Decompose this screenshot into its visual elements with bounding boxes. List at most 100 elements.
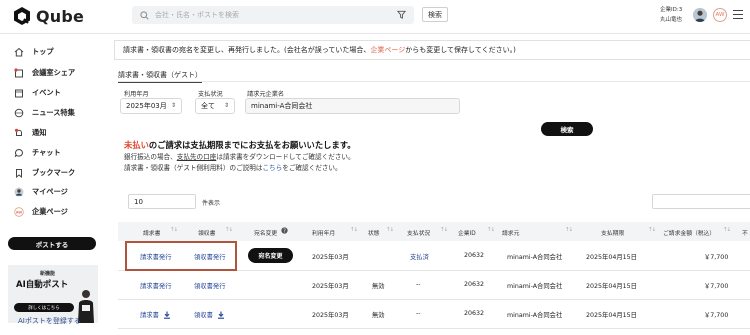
sidebar-item-chat[interactable]: チャット: [14, 147, 61, 159]
brand-name: Qube: [36, 6, 85, 26]
invoice-label: 請求書: [140, 312, 159, 319]
sidebar-item-mypage[interactable]: マイページ: [14, 186, 68, 198]
month-select[interactable]: 2025年03月 ⇕: [120, 98, 182, 114]
bookmark-icon: [14, 168, 24, 178]
sidebar-item-label: マイページ: [32, 187, 68, 196]
cell-issuer: minami-A合同会社: [507, 254, 563, 261]
avatar[interactable]: [693, 8, 707, 22]
cell-due-date: 2025年04月15日: [586, 254, 637, 261]
col-state[interactable]: 状態: [368, 228, 380, 237]
sidebar-item-news[interactable]: ニュース特集: [14, 107, 75, 119]
sidebar-item-event[interactable]: イベント: [14, 87, 61, 99]
per-page-input[interactable]: 10: [128, 194, 196, 209]
post-button[interactable]: ポストする: [8, 237, 96, 250]
user-icon: [14, 187, 24, 197]
sort-icon[interactable]: ↑↓: [386, 227, 394, 233]
sort-icon[interactable]: ↑↓: [170, 227, 178, 233]
sidebar-item-label: チャット: [32, 148, 61, 157]
receipt-label: 領収書: [194, 312, 213, 319]
sort-icon[interactable]: ↑↓: [350, 227, 358, 233]
qube-logo-icon: [14, 7, 30, 25]
sidebar-item-label: 会議室シェア: [32, 68, 76, 77]
status-filter-label: 支払状況: [198, 91, 223, 98]
chat-icon: [14, 148, 24, 158]
user-photo-icon: [693, 8, 707, 22]
table-header: 請求書 ↑↓ 領収書 ↑↓ 宛名変更 ? 利用年月 ↑↓ 状態 ↑↓ 支払状況 ↑↓ 企業…: [118, 222, 750, 241]
home-icon: [14, 47, 24, 57]
cell-state: 無効: [372, 283, 385, 290]
sort-icon[interactable]: ↑↓: [440, 227, 448, 233]
sort-icon[interactable]: ↑↓: [565, 227, 573, 233]
banner-cta-button[interactable]: 詳しくはこちら: [14, 303, 74, 312]
sidebar-item-meeting-room[interactable]: 会議室シェア: [14, 67, 75, 79]
sidebar-item-notification[interactable]: 通知: [14, 127, 46, 139]
sort-icon[interactable]: ↑↓: [648, 227, 656, 233]
col-company-id[interactable]: 企業ID: [458, 228, 476, 237]
sort-icon[interactable]: ↑↓: [225, 227, 233, 233]
help-icon[interactable]: ?: [281, 227, 288, 234]
unpaid-label: 未払い: [124, 140, 149, 150]
sidebar-item-label: イベント: [32, 88, 61, 97]
col-month[interactable]: 利用年月: [312, 228, 335, 237]
company-id-label: 企業ID:3: [660, 7, 683, 13]
cell-month: 2025年03月: [312, 312, 349, 319]
notice-company-page-link[interactable]: 企業ページ: [370, 45, 405, 55]
col-receipt[interactable]: 領収書: [198, 228, 215, 237]
col-amount[interactable]: ご請求金額（税込）: [663, 228, 715, 237]
notice-banner: 請求書・領収書の宛名を変更し、再発行しました。(会社名が誤っていた場合、 企業ペー…: [114, 40, 750, 60]
global-search-input[interactable]: 会社・氏名・ポストを検索: [132, 6, 414, 24]
col-payment[interactable]: 支払状況: [407, 228, 430, 237]
sidebar-item-bookmark[interactable]: ブックマーク: [14, 167, 75, 179]
sidebar-item-top[interactable]: トップ: [14, 46, 54, 58]
table-search-input[interactable]: [652, 194, 750, 209]
svg-text:AW: AW: [16, 210, 22, 214]
select-arrows-icon: ⇕: [170, 102, 176, 109]
sidebar-item-company[interactable]: AW 企業ページ: [14, 206, 68, 218]
globe-icon: [14, 108, 24, 118]
rename-button[interactable]: 宛名変更: [248, 248, 293, 263]
per-page-label: 件表示: [202, 200, 221, 207]
col-issuer[interactable]: 請求元: [502, 228, 519, 237]
qube-logo[interactable]: Qube: [12, 6, 84, 26]
company-avatar[interactable]: AW: [713, 8, 727, 22]
filter-search-button[interactable]: 検索: [541, 122, 593, 136]
cell-payment-status[interactable]: 支払済: [410, 252, 429, 261]
filter-icon[interactable]: [397, 10, 406, 19]
sidebar-item-label: ブックマーク: [32, 168, 76, 177]
cell-payment-status: --: [416, 310, 421, 317]
download-icon: [217, 311, 224, 319]
col-invoice[interactable]: 請求書: [143, 228, 160, 237]
bank-account-link[interactable]: 支払先の口座: [177, 153, 217, 161]
header-search-button[interactable]: 検索: [422, 7, 448, 22]
cell-company-id: 20632: [464, 310, 485, 317]
cell-amount: ￥7,700: [704, 254, 729, 261]
hamburger-menu-icon[interactable]: [733, 10, 743, 22]
col-extra[interactable]: 不: [742, 228, 748, 237]
meeting-room-icon: [14, 68, 24, 78]
col-rename: 宛名変更: [254, 231, 278, 237]
cell-month: 2025年03月: [312, 254, 349, 261]
sidebar-item-label: 通知: [32, 128, 47, 137]
status-select-value: 全て: [201, 102, 215, 110]
ai-post-register-link[interactable]: AIポストを登録する: [18, 316, 81, 326]
sort-icon[interactable]: ↑↓: [487, 227, 495, 233]
explanation-link[interactable]: こちら: [262, 164, 282, 172]
sort-icon[interactable]: ↑↓: [723, 227, 731, 233]
company-filter-label: 請求元企業名: [247, 91, 285, 98]
month-select-value: 2025年03月: [126, 102, 167, 110]
cell-issuer: minami-A合同会社: [507, 283, 563, 290]
status-select[interactable]: 全て ⇕: [195, 98, 235, 114]
cell-payment-status: --: [416, 281, 421, 288]
issue-receipt-link[interactable]: 領収書発行: [194, 281, 225, 290]
download-receipt-link[interactable]: 領収書: [194, 310, 225, 319]
highlight-box: [125, 241, 237, 271]
issue-invoice-link[interactable]: 請求書発行: [140, 281, 171, 290]
sidebar-item-label: トップ: [32, 47, 54, 56]
table-row: 請求書発行 領収書発行 2025年03月 無効 -- 20632 minami-…: [118, 271, 750, 300]
cell-company-id: 20632: [464, 252, 485, 259]
company-name-input[interactable]: minami-A合同会社: [245, 98, 460, 114]
download-invoice-link[interactable]: 請求書: [140, 310, 171, 319]
col-due[interactable]: 支払期限: [601, 228, 624, 237]
sidebar: トップ 会議室シェア イベント ニュース特集 通知 チャット ブックマーク マイ…: [0, 34, 112, 335]
ai-post-banner[interactable]: 新機能 AI自動ポスト 詳しくはこちら: [8, 265, 98, 323]
